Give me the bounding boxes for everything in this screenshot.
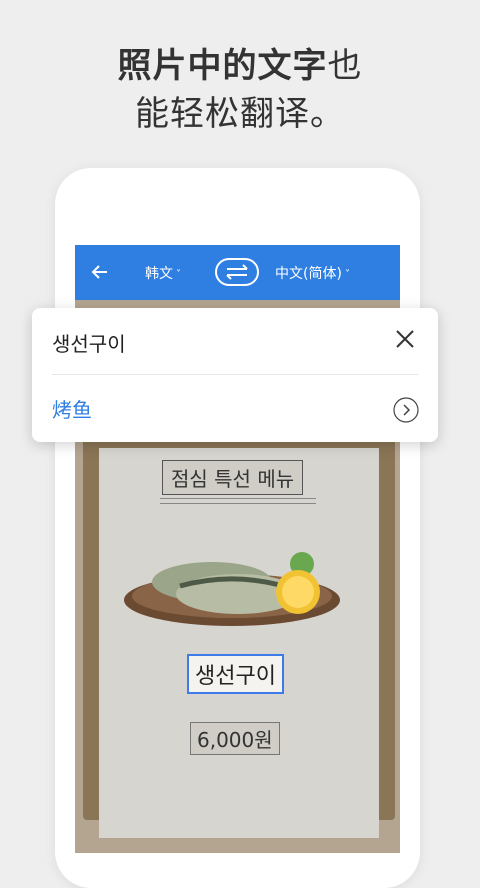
price-text: 6,000원	[190, 722, 280, 755]
source-language-label: 韩文	[145, 266, 173, 282]
recognized-text: 생선구이	[52, 332, 126, 356]
target-language-select[interactable]: 中文(简体) ˅	[275, 263, 350, 283]
chevron-down-icon: ˅	[344, 269, 350, 280]
arrow-left-icon[interactable]	[87, 259, 113, 285]
translated-text[interactable]: 烤鱼	[52, 394, 92, 423]
headline-line2: 能轻松翻译。	[135, 94, 345, 134]
close-icon[interactable]	[394, 328, 416, 350]
source-language-select[interactable]: 韩文 ˅	[145, 263, 181, 283]
swap-arrows-icon	[226, 264, 248, 280]
menu-board	[99, 448, 379, 838]
fish-dish-illustration	[124, 552, 340, 626]
translation-popup: 생선구이 烤鱼	[32, 308, 438, 442]
divider	[52, 374, 418, 375]
target-language-label: 中文(简体)	[275, 266, 342, 282]
translator-toolbar: 韩文 ˅ 中文(简体) ˅	[75, 245, 400, 300]
headline-line1: 照片中的文字也	[0, 38, 480, 87]
title-underline	[160, 498, 316, 504]
headline-bold: 照片中的文字	[117, 46, 328, 86]
dish-name-highlight[interactable]: 생선구이	[187, 654, 284, 694]
swap-languages-button[interactable]	[215, 258, 259, 286]
headline-rest: 也	[327, 46, 363, 86]
chevron-down-icon: ˅	[176, 269, 181, 280]
menu-title-text: 점심 특선 메뉴	[162, 460, 304, 495]
chevron-right-circle-icon[interactable]	[392, 396, 420, 424]
